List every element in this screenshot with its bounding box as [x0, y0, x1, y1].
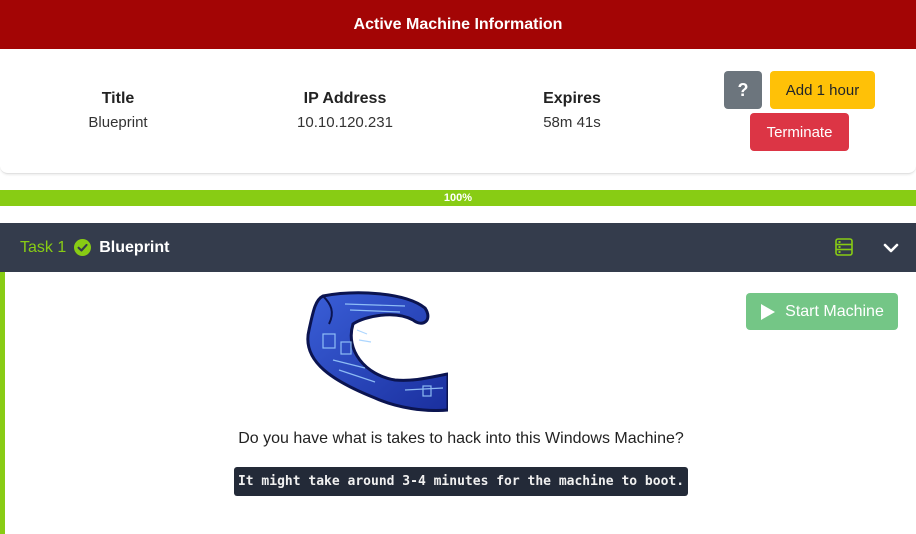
title-label: Title — [101, 90, 135, 107]
blueprint-image — [306, 291, 448, 412]
add-hour-button[interactable]: Add 1 hour — [770, 71, 875, 109]
boot-time-note: It might take around 3-4 minutes for the… — [234, 467, 688, 496]
server-list-icon[interactable] — [835, 238, 853, 256]
start-machine-button[interactable]: Start Machine — [746, 293, 898, 330]
machine-title-group: Title Blueprint — [28, 90, 208, 131]
play-icon — [761, 303, 776, 320]
task-number: Task 1 — [20, 238, 67, 256]
chevron-down-icon[interactable] — [882, 239, 900, 257]
expires-group: Expires 58m 41s — [482, 90, 662, 131]
deploy-progress-bar: 100% — [0, 190, 916, 206]
title-value: Blueprint — [88, 114, 148, 131]
machine-info-card: Title Blueprint IP Address 10.10.120.231… — [0, 49, 916, 174]
expires-label: Expires — [543, 90, 601, 107]
question-mark-icon: ? — [737, 79, 749, 100]
progress-fill: 100% — [0, 190, 916, 206]
terminate-button[interactable]: Terminate — [750, 113, 849, 151]
ip-value: 10.10.120.231 — [297, 114, 393, 131]
ip-label: IP Address — [303, 90, 387, 107]
progress-label: 100% — [443, 192, 473, 204]
header-title: Active Machine Information — [353, 15, 563, 33]
start-machine-label: Start Machine — [785, 302, 884, 320]
check-circle-icon — [74, 239, 92, 256]
help-button[interactable]: ? — [724, 71, 762, 109]
task-header[interactable]: Task 1 Blueprint — [0, 223, 916, 272]
task-name: Blueprint — [99, 238, 170, 256]
task-question: Do you have what is takes to hack into t… — [238, 430, 684, 447]
ip-address-group: IP Address 10.10.120.231 — [255, 90, 435, 131]
expires-value: 58m 41s — [543, 114, 601, 131]
active-machine-header: Active Machine Information — [0, 0, 916, 49]
